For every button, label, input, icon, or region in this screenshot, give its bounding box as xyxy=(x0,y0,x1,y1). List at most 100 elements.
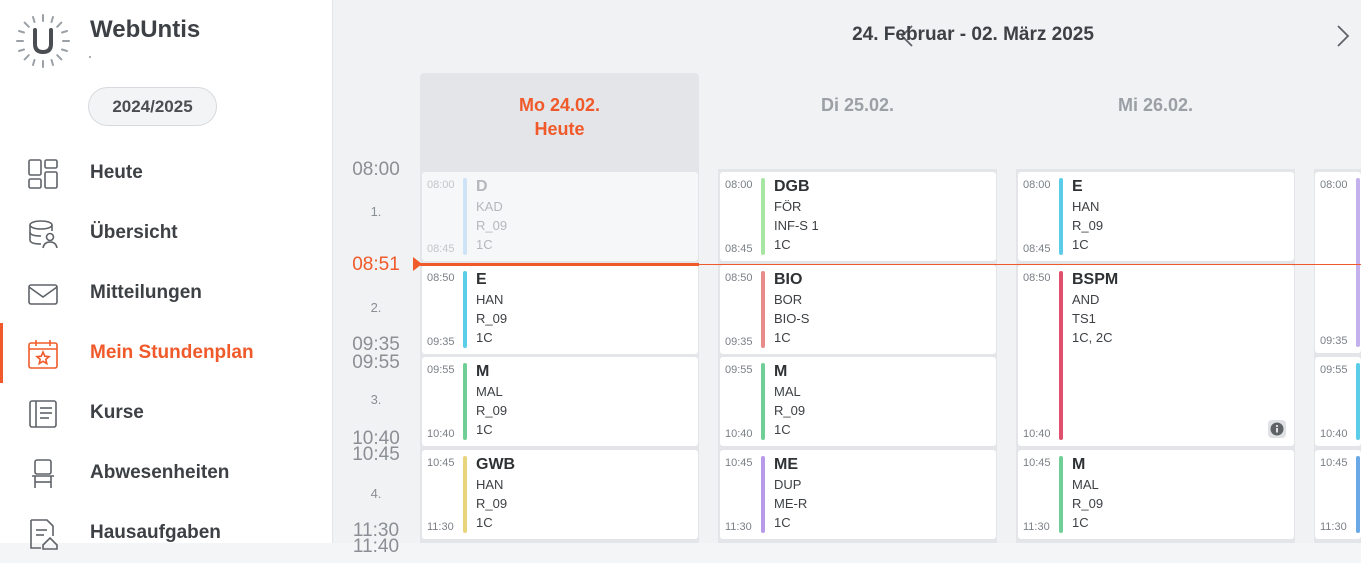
lesson-end-time: 10:40 xyxy=(1320,428,1348,440)
day-header-wednesday[interactable]: Mi 26.02. xyxy=(1016,73,1295,169)
lesson-subject: E xyxy=(476,271,487,288)
lesson-end-time: 11:30 xyxy=(1023,521,1050,533)
lesson-class: 1C xyxy=(774,422,791,437)
lesson-card[interactable]: 10:45 11:30 ME DUP ME-R 1C xyxy=(720,450,996,539)
lesson-class: 1C, 2C xyxy=(1072,330,1113,345)
lesson-start-time: 10:45 xyxy=(725,457,753,469)
day-header-monday[interactable]: Mo 24.02. Heute xyxy=(420,73,699,169)
lesson-card[interactable]: 09:55 10:40 M MAL R_09 1C xyxy=(422,357,698,446)
nav-item-heute[interactable]: Heute xyxy=(0,143,333,203)
period-label: 3. xyxy=(370,392,382,407)
lesson-card[interactable]: 10:45 11:30 M MAL R_09 1C xyxy=(1018,450,1294,539)
nav-item-mein-stundenplan[interactable]: Mein Stundenplan xyxy=(0,323,333,383)
lesson-end-time: 08:45 xyxy=(1023,243,1051,255)
lesson-teacher: FÖR xyxy=(774,199,802,214)
lesson-color-bar xyxy=(1356,178,1360,347)
lesson-color-bar xyxy=(1059,456,1063,533)
nav-label-kurse: Kurse xyxy=(90,402,144,423)
info-icon[interactable] xyxy=(1268,420,1286,438)
lesson-color-bar xyxy=(463,271,467,348)
current-time-line xyxy=(699,264,1361,265)
nav-item-mitteilungen[interactable]: Mitteilungen xyxy=(0,263,333,323)
day-label: Di 25.02. xyxy=(820,95,895,115)
nav-item-kurse[interactable]: Kurse xyxy=(0,383,333,443)
nav-label-mein-stundenplan: Mein Stundenplan xyxy=(90,342,254,363)
lesson-subject: D xyxy=(476,178,488,195)
lesson-start-time: 08:00 xyxy=(725,179,753,191)
lesson-color-bar xyxy=(761,271,765,348)
lesson-teacher: HAN xyxy=(476,292,504,307)
lesson-class: 1C xyxy=(774,237,791,252)
lesson-start-time: 09:55 xyxy=(1320,364,1348,376)
lesson-end-time: 10:40 xyxy=(725,428,753,440)
lesson-room: TS1 xyxy=(1072,311,1096,326)
lesson-subject: M xyxy=(774,363,788,380)
lesson-room: R_09 xyxy=(774,403,806,418)
lesson-class: 1C xyxy=(1072,515,1089,530)
lesson-subject: BSPM xyxy=(1072,271,1119,288)
lesson-start-time: 08:00 xyxy=(1023,179,1051,191)
lesson-end-time: 09:35 xyxy=(725,336,753,348)
lesson-room: R_09 xyxy=(476,403,508,418)
lesson-class: 1C xyxy=(476,422,493,437)
nav-item-uebersicht[interactable]: Übersicht xyxy=(0,203,333,263)
brand-dot xyxy=(89,56,91,58)
week-date-range: 24. Februar - 02. März 2025 xyxy=(852,24,1094,45)
lesson-subject: BIO xyxy=(774,271,803,288)
lesson-card[interactable]: 10:45 11:30 xyxy=(1315,450,1361,539)
calendar-star-icon xyxy=(28,340,58,369)
lesson-color-bar xyxy=(1059,271,1063,440)
lesson-end-time: 09:35 xyxy=(1320,335,1348,347)
lesson-teacher: BOR xyxy=(774,292,803,307)
lesson-subject: ME xyxy=(774,456,798,473)
lesson-class: 1C xyxy=(476,237,493,252)
lesson-end-time: 11:30 xyxy=(427,521,454,533)
lesson-card[interactable]: 08:00 09:35 xyxy=(1315,172,1361,353)
lesson-room: R_09 xyxy=(476,496,508,511)
lesson-card[interactable]: 08:50 10:40 BSPM AND TS1 1C, 2C xyxy=(1018,265,1294,446)
school-year-selector[interactable]: 2024/2025 xyxy=(88,87,217,126)
next-week-arrow-icon[interactable] xyxy=(1328,22,1356,50)
nav-item-hausaufgaben[interactable]: Hausaufgaben xyxy=(0,503,333,563)
sidebar: WebUntis 2024/2025 Heute Übersicht Mitte… xyxy=(0,0,333,550)
lesson-start-time: 10:45 xyxy=(427,457,455,469)
lesson-subject: M xyxy=(476,363,490,380)
lesson-teacher: AND xyxy=(1072,292,1100,307)
nav-label-uebersicht: Übersicht xyxy=(90,222,178,243)
dashboard-icon xyxy=(28,159,58,189)
lesson-end-time: 08:45 xyxy=(427,243,455,255)
nav-item-abwesenheiten[interactable]: Abwesenheiten xyxy=(0,443,333,503)
app-name: WebUntis xyxy=(90,16,201,43)
lesson-card[interactable]: 09:55 10:40 M MAL R_09 1C xyxy=(720,357,996,446)
lesson-start-time: 08:50 xyxy=(1023,272,1051,284)
lesson-card[interactable]: 09:55 10:40 xyxy=(1315,357,1361,446)
time-label: 08:00 xyxy=(352,159,400,180)
lesson-subject: DGB xyxy=(774,178,810,195)
nav-label-hausaufgaben: Hausaufgaben xyxy=(90,522,221,543)
nav-label-abwesenheiten: Abwesenheiten xyxy=(90,462,230,483)
lesson-card[interactable]: 08:00 08:45 E HAN R_09 1C xyxy=(1018,172,1294,261)
lesson-card[interactable]: 08:50 09:35 E HAN R_09 1C xyxy=(422,265,698,354)
lesson-teacher: HAN xyxy=(1072,199,1100,214)
current-time-label: 08:51 xyxy=(352,254,400,275)
lesson-teacher: HAN xyxy=(476,477,504,492)
lesson-end-time: 10:40 xyxy=(427,428,455,440)
day-label: Mi 26.02. xyxy=(1117,95,1194,115)
lesson-room: R_09 xyxy=(476,311,508,326)
lesson-card[interactable]: 08:50 09:35 BIO BOR BIO-S 1C xyxy=(720,265,996,354)
day-header-tuesday[interactable]: Di 25.02. xyxy=(718,73,997,169)
lesson-end-time: 11:30 xyxy=(1320,521,1347,533)
today-label: Heute xyxy=(534,119,585,139)
lesson-card[interactable]: 08:00 08:45 DGB FÖR INF-S 1 1C xyxy=(720,172,996,261)
lesson-room: R_09 xyxy=(1072,218,1104,233)
lesson-teacher: DUP xyxy=(774,477,802,492)
lesson-end-time: 08:45 xyxy=(725,243,753,255)
lesson-start-time: 10:45 xyxy=(1320,457,1348,469)
lesson-teacher: MAL xyxy=(476,384,503,399)
lesson-color-bar xyxy=(1059,178,1063,255)
chair-icon xyxy=(32,459,54,488)
lesson-card[interactable]: 08:00 08:45 D KAD R_09 1C xyxy=(422,172,698,261)
lesson-card[interactable]: 10:45 11:30 GWB HAN R_09 1C xyxy=(422,450,698,539)
nav-label-heute: Heute xyxy=(90,162,143,183)
lesson-room: R_09 xyxy=(476,218,508,233)
